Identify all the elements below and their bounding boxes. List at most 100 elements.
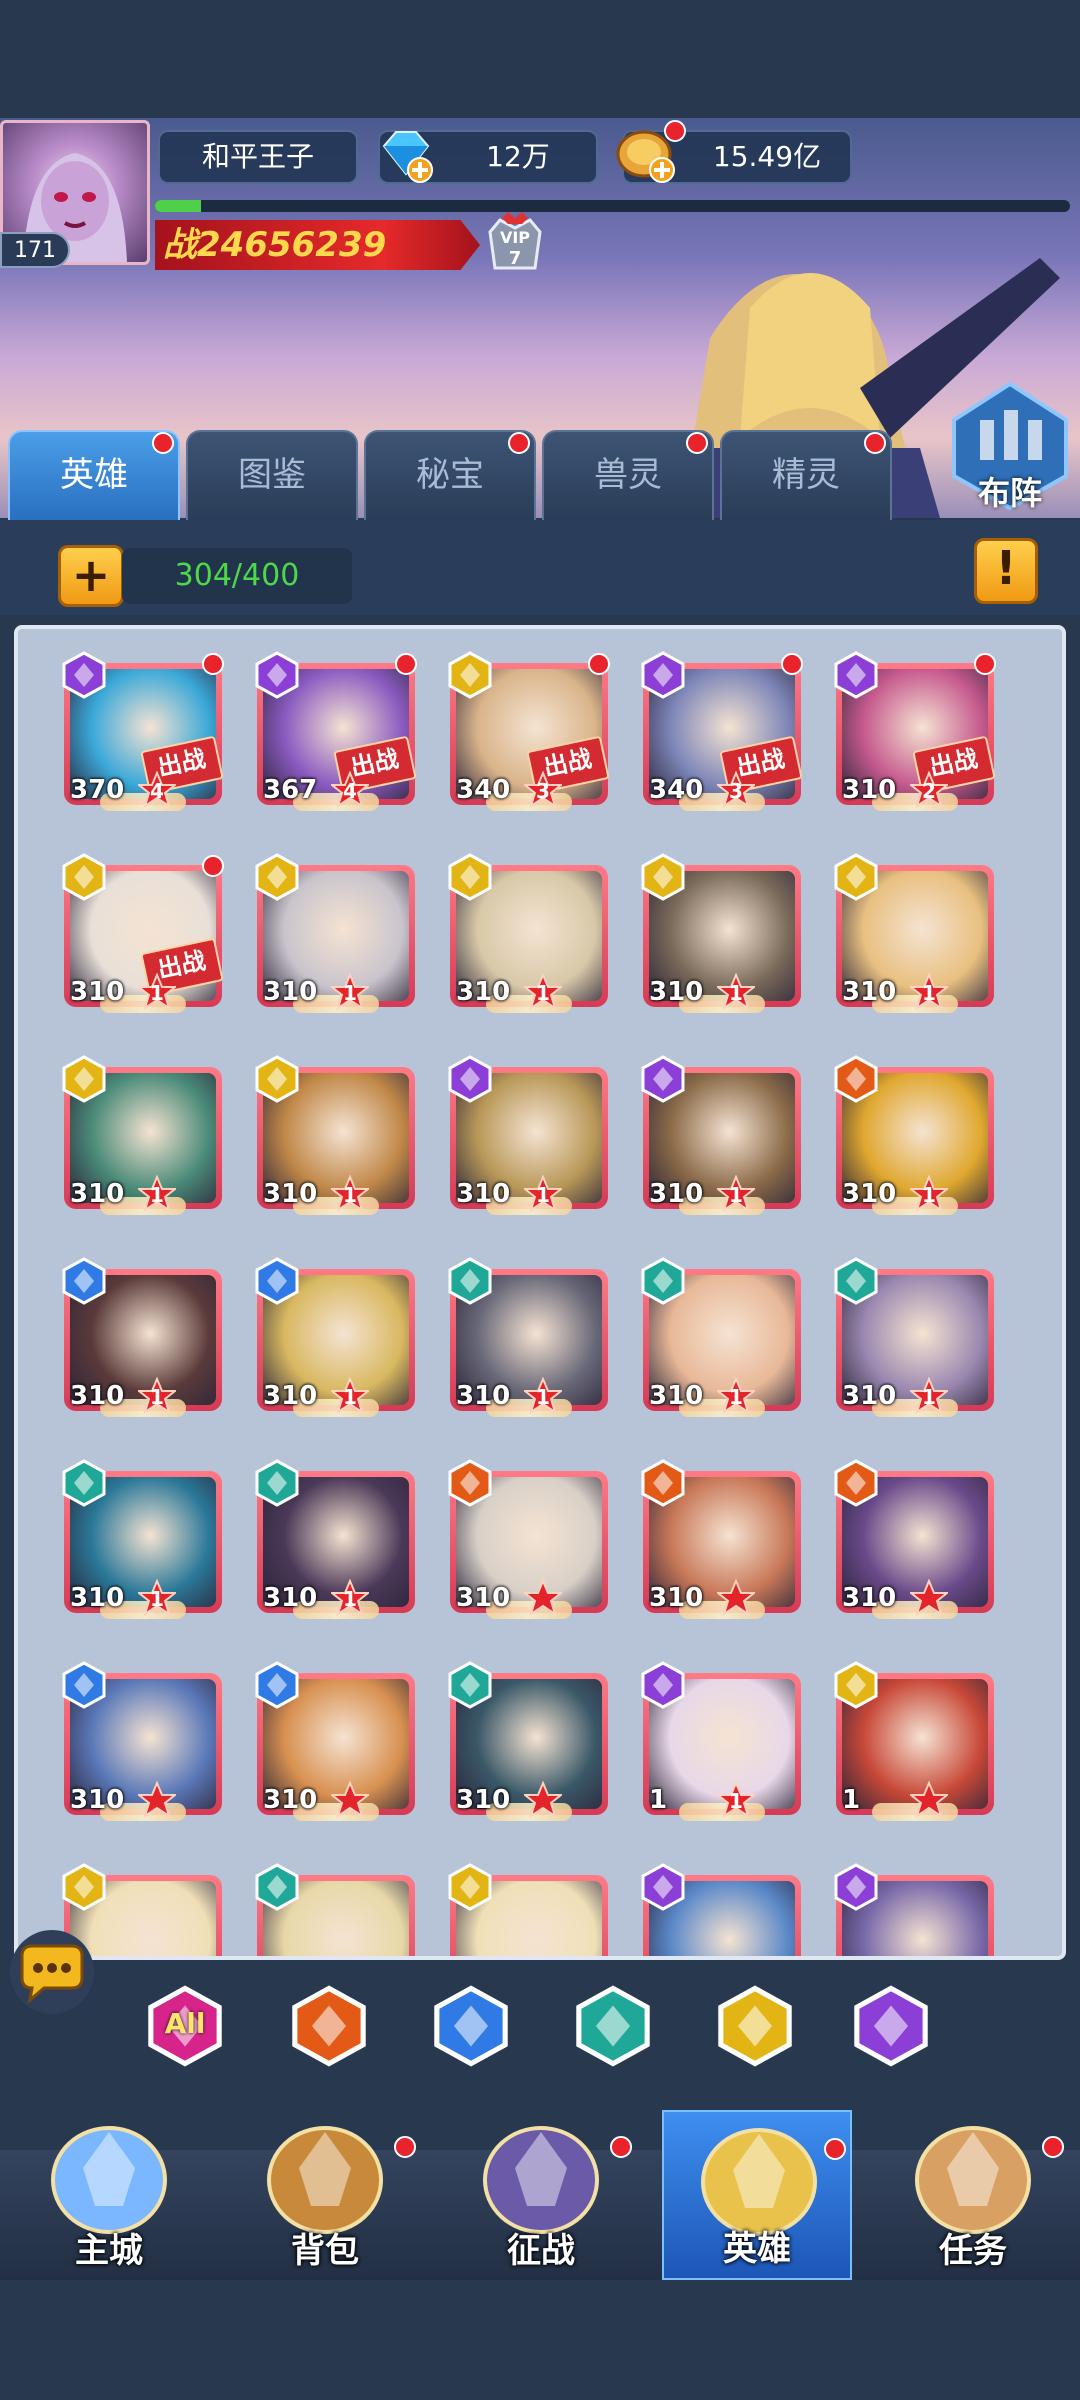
nav-notification-dot <box>824 2138 846 2160</box>
hero-star-count: 1 <box>343 1183 357 1207</box>
hero-card[interactable]: 310 1 <box>446 1055 612 1215</box>
blue-element-icon <box>62 1661 106 1709</box>
power-prefix: 战 <box>163 225 197 265</box>
hero-card[interactable]: 出战 370 4 <box>60 651 226 811</box>
power-value: 24656239 <box>197 225 387 265</box>
hero-element-badge <box>60 853 108 901</box>
hero-card[interactable]: 310 <box>253 1661 419 1821</box>
player-name[interactable]: 和平王子 <box>158 130 358 184</box>
hero-card[interactable] <box>639 1863 805 1956</box>
nav-4[interactable]: 任务 <box>878 2110 1068 2280</box>
gold-counter[interactable]: 15.49亿 <box>616 120 852 184</box>
nav-label: 背包 <box>291 2231 359 2271</box>
hero-card[interactable]: 310 1 <box>446 853 612 1013</box>
hero-card[interactable]: 出战 340 3 <box>446 651 612 811</box>
add-hero-slot-button[interactable]: + <box>58 545 124 607</box>
purple-element-icon <box>834 1863 878 1911</box>
info-button[interactable]: ! <box>974 538 1038 604</box>
hero-notification-dot <box>974 653 996 675</box>
filter-all[interactable]: All <box>144 1985 226 2067</box>
hero-star-count: 1 <box>922 1183 936 1207</box>
player-level-badge: 171 <box>0 232 70 268</box>
star-icon <box>910 1579 948 1617</box>
hero-card[interactable]: 310 1 <box>60 1055 226 1215</box>
tab-0[interactable]: 英雄 <box>8 430 180 520</box>
yellow-element-icon <box>255 853 299 901</box>
purple-element-icon <box>641 1055 685 1103</box>
hero-card[interactable]: 310 <box>639 1459 805 1619</box>
formation-button[interactable]: 布阵 <box>946 380 1074 512</box>
hero-card[interactable]: 310 <box>60 1661 226 1821</box>
diamond-plus-icon[interactable] <box>374 124 438 188</box>
hero-card[interactable] <box>446 1863 612 1956</box>
hero-level: 310 <box>649 1583 704 1613</box>
hero-card[interactable] <box>253 1863 419 1956</box>
hero-card[interactable]: 11 <box>639 1661 805 1821</box>
hero-card[interactable] <box>832 1863 998 1956</box>
chat-bubble-icon <box>10 1930 94 2014</box>
hero-card[interactable]: 出战 367 4 <box>253 651 419 811</box>
nav-label: 任务 <box>939 2231 1007 2271</box>
hero-card[interactable]: 310 1 <box>832 1055 998 1215</box>
hero-card[interactable]: 310 1 <box>639 1257 805 1417</box>
gems-value: 12万 <box>486 140 550 173</box>
hero-level: 310 <box>263 1785 318 1815</box>
yellow-element-icon <box>62 853 106 901</box>
nav-label: 英雄 <box>723 2229 791 2269</box>
hero-card[interactable]: 310 1 <box>253 1459 419 1619</box>
tab-2[interactable]: 秘宝 <box>364 430 536 520</box>
chat-button[interactable] <box>8 1928 96 2016</box>
hero-card[interactable]: 310 1 <box>832 853 998 1013</box>
hero-element-badge <box>60 1863 108 1911</box>
teal-element-icon <box>448 1661 492 1709</box>
exclamation-icon: ! <box>995 541 1017 595</box>
nav-notification-dot <box>394 2136 416 2158</box>
tab-notification-dot <box>152 432 174 454</box>
hero-card[interactable]: 310 1 <box>639 1055 805 1215</box>
hero-card[interactable]: 出战 310 1 <box>60 853 226 1013</box>
tab-notification-dot <box>864 432 886 454</box>
gems-counter[interactable]: 12万 <box>378 130 598 184</box>
hero-level: 310 <box>70 1179 125 1209</box>
hero-level: 367 <box>263 775 318 805</box>
hero-card[interactable]: 310 <box>446 1661 612 1821</box>
hero-level: 310 <box>263 1179 318 1209</box>
tab-3[interactable]: 兽灵 <box>542 430 714 520</box>
filter-yellow[interactable] <box>714 1985 796 2067</box>
hero-card[interactable]: 310 <box>832 1459 998 1619</box>
hero-star-count: 1 <box>536 1183 550 1207</box>
hero-grid: 出战 370 4 出战 367 4 出战 340 3 出战 340 3 出战 310 2 出战 310 1 310 1… <box>14 625 1066 1960</box>
teal-element-icon <box>448 1257 492 1305</box>
hero-card[interactable]: 1 <box>832 1661 998 1821</box>
star-icon <box>138 1781 176 1819</box>
hero-card[interactable]: 310 1 <box>446 1257 612 1417</box>
hero-card[interactable]: 310 1 <box>832 1257 998 1417</box>
hero-element-badge <box>60 1459 108 1507</box>
hero-card[interactable]: 310 <box>446 1459 612 1619</box>
hero-star-count: 1 <box>729 1385 743 1409</box>
nav-0[interactable]: 主城 <box>14 2110 204 2280</box>
filter-purple[interactable] <box>850 1985 932 2067</box>
purple-element-icon <box>834 651 878 699</box>
nav-2[interactable]: 征战 <box>446 2110 636 2280</box>
hero-card[interactable]: 310 1 <box>253 1257 419 1417</box>
hero-element-badge <box>253 1257 301 1305</box>
yellow-element-icon <box>255 1055 299 1103</box>
nav-3[interactable]: 英雄 <box>662 2110 852 2280</box>
hero-card[interactable]: 310 1 <box>253 853 419 1013</box>
vip-badge[interactable]: VIP 7 <box>480 210 550 280</box>
tab-1[interactable]: 图鉴 <box>186 430 358 520</box>
filter-teal[interactable] <box>572 1985 654 2067</box>
hero-card[interactable]: 310 1 <box>60 1257 226 1417</box>
hero-card[interactable]: 310 1 <box>639 853 805 1013</box>
filter-blue[interactable] <box>430 1985 512 2067</box>
purple-element-icon <box>641 651 685 699</box>
filter-orange[interactable] <box>288 1985 370 2067</box>
hero-card[interactable]: 310 1 <box>60 1459 226 1619</box>
hero-card[interactable]: 出战 340 3 <box>639 651 805 811</box>
tab-4[interactable]: 精灵 <box>720 430 892 520</box>
hero-card[interactable]: 出战 310 2 <box>832 651 998 811</box>
hero-element-badge <box>832 853 880 901</box>
nav-1[interactable]: 背包 <box>230 2110 420 2280</box>
hero-card[interactable]: 310 1 <box>253 1055 419 1215</box>
